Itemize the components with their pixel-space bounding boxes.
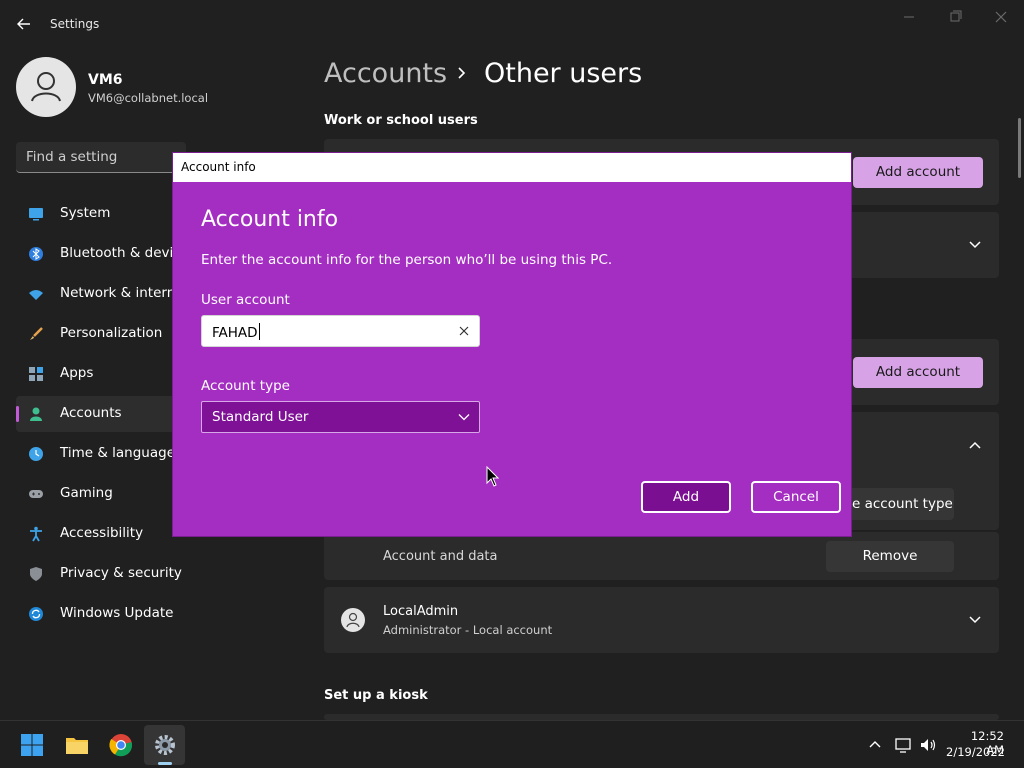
- active-indicator: [16, 406, 19, 422]
- chevron-right-icon: [458, 67, 466, 79]
- user-email: VM6@collabnet.local: [88, 91, 209, 105]
- sidebar-item-windows-update[interactable]: Windows Update: [16, 596, 186, 632]
- wifi-icon: [29, 290, 43, 300]
- windows-start-icon[interactable]: [20, 733, 44, 757]
- local-admin-name: LocalAdmin: [383, 604, 459, 619]
- sidebar-item-privacy[interactable]: Privacy & security: [16, 556, 186, 592]
- clock-icon: [29, 447, 43, 461]
- sidebar-item-label: Accessibility: [60, 525, 144, 541]
- bluetooth-icon: [29, 247, 43, 261]
- sidebar-item-system[interactable]: System: [16, 196, 186, 232]
- settings-window: Settings VM6 VM6@collabnet.local Find a …: [0, 0, 1024, 768]
- sidebar-item-label: Apps: [60, 365, 94, 381]
- sidebar-item-network[interactable]: Network & interne: [16, 276, 186, 312]
- breadcrumb-parent[interactable]: Accounts: [324, 58, 447, 89]
- chevron-up-icon[interactable]: [968, 440, 982, 450]
- account-data-label: Account and data: [383, 549, 498, 564]
- chevron-down-icon[interactable]: [968, 615, 982, 625]
- local-admin-card[interactable]: [324, 587, 999, 653]
- account-type-value: Standard User: [212, 409, 309, 425]
- active-app-indicator: [158, 762, 172, 765]
- shield-icon: [30, 567, 42, 581]
- person-icon: [31, 72, 61, 102]
- sidebar-item-label: System: [60, 205, 111, 221]
- minimize-icon[interactable]: [894, 6, 924, 28]
- account-type-select[interactable]: Standard User: [201, 401, 480, 433]
- sidebar-item-time-language[interactable]: Time & language: [16, 436, 186, 472]
- title-bar: Settings: [0, 0, 1024, 48]
- sidebar-item-label: Gaming: [60, 485, 113, 501]
- add-button[interactable]: Add: [641, 481, 731, 513]
- dialog-title-bar: Account info: [173, 153, 851, 182]
- sidebar-item-label: Bluetooth & devic: [60, 245, 181, 261]
- sidebar-item-label: Windows Update: [60, 605, 174, 621]
- file-explorer-icon[interactable]: [65, 733, 89, 757]
- settings-gear-icon[interactable]: [153, 733, 177, 757]
- taskbar: [0, 720, 1024, 768]
- user-account-text: FAHAD: [212, 325, 258, 341]
- brush-icon: [30, 327, 43, 340]
- add-work-account-button[interactable]: Add account: [853, 157, 983, 188]
- monitor-icon: [29, 208, 43, 221]
- search-placeholder: Find a setting: [26, 149, 118, 165]
- person-icon: [346, 612, 360, 628]
- sidebar-item-label: Accounts: [60, 405, 122, 421]
- update-icon: [29, 607, 43, 621]
- sidebar-item-accessibility[interactable]: Accessibility: [16, 516, 186, 552]
- change-account-type-label: e account type: [852, 496, 953, 512]
- gamepad-icon: [29, 490, 43, 498]
- apps-icon: [29, 367, 43, 381]
- chrome-icon[interactable]: [109, 733, 133, 757]
- dialog-window-title: Account info: [181, 160, 256, 174]
- sidebar-item-label: Time & language: [60, 445, 176, 461]
- page-title: Other users: [484, 58, 643, 89]
- sidebar-item-bluetooth[interactable]: Bluetooth & devic: [16, 236, 186, 272]
- person-icon: [30, 407, 42, 421]
- section-title: Set up a kiosk: [324, 688, 428, 703]
- back-arrow-icon[interactable]: [12, 12, 36, 36]
- account-type-label: Account type: [201, 378, 290, 394]
- sidebar-item-label: Privacy & security: [60, 565, 182, 581]
- sidebar-item-accounts[interactable]: Accounts: [16, 396, 186, 432]
- account-info-dialog: Account info Account info Enter the acco…: [172, 152, 852, 537]
- sidebar-item-label: Network & interne: [60, 285, 184, 301]
- search-input[interactable]: Find a setting: [16, 142, 186, 173]
- sidebar-item-gaming[interactable]: Gaming: [16, 476, 186, 512]
- chevron-down-icon[interactable]: [968, 240, 982, 250]
- text-caret: [258, 323, 260, 340]
- chevron-down-icon: [458, 414, 470, 421]
- local-admin-subtitle: Administrator - Local account: [383, 623, 553, 637]
- close-icon[interactable]: [986, 6, 1016, 28]
- user-account-input[interactable]: FAHAD: [201, 315, 480, 347]
- clock-date[interactable]: 2/19/2022: [946, 745, 1005, 759]
- avatar: [341, 608, 365, 632]
- sidebar-item-apps[interactable]: Apps: [16, 356, 186, 392]
- section-title: Work or school users: [324, 113, 478, 128]
- sidebar-item-label: Personalization: [60, 325, 163, 341]
- scrollbar[interactable]: [1018, 118, 1021, 178]
- accessibility-icon: [30, 526, 42, 542]
- volume-icon[interactable]: [918, 735, 938, 755]
- cancel-button[interactable]: Cancel: [751, 481, 841, 513]
- remove-button[interactable]: Remove: [826, 541, 954, 572]
- app-title: Settings: [50, 17, 100, 31]
- dialog-description: Enter the account info for the person wh…: [201, 252, 613, 268]
- sidebar-item-personalization[interactable]: Personalization: [16, 316, 186, 352]
- add-other-user-button[interactable]: Add account: [853, 357, 983, 388]
- clear-icon[interactable]: [458, 325, 470, 337]
- user-name: VM6: [88, 72, 123, 88]
- restore-icon[interactable]: [940, 6, 970, 28]
- mouse-cursor-icon: [486, 466, 500, 487]
- user-account-value: FAHAD: [212, 323, 260, 341]
- dialog-heading: Account info: [201, 207, 339, 232]
- chevron-up-icon[interactable]: [866, 736, 884, 754]
- network-icon[interactable]: [893, 735, 913, 755]
- user-account-label: User account: [201, 292, 290, 308]
- avatar[interactable]: [16, 57, 76, 117]
